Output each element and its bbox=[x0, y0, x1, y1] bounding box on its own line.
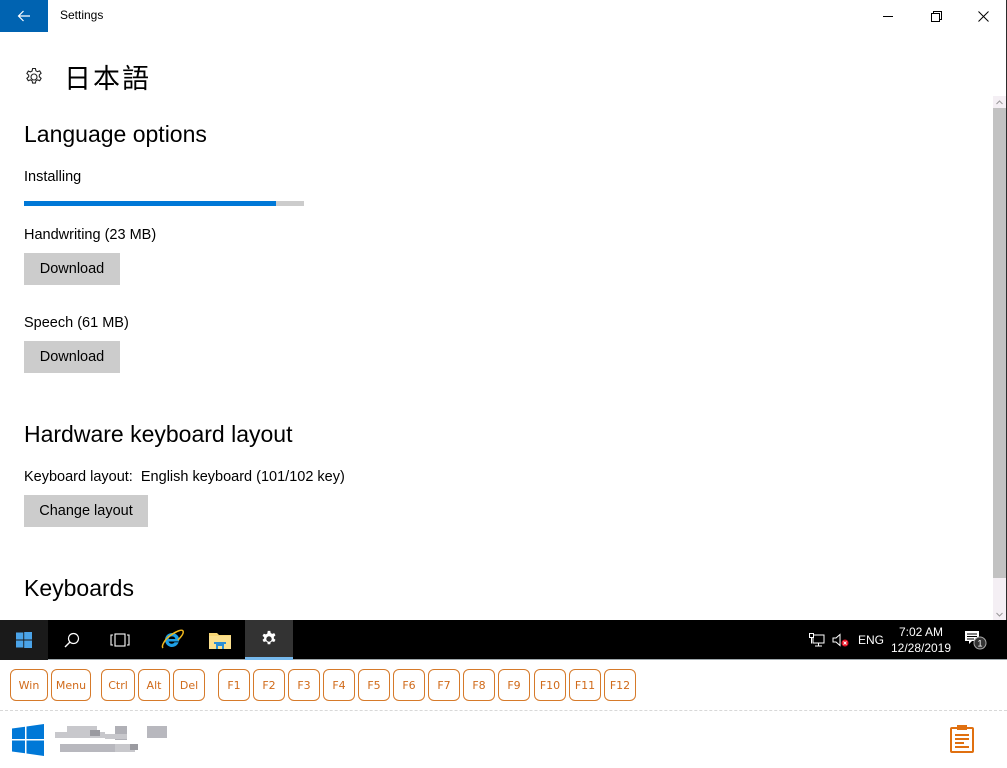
close-button[interactable] bbox=[960, 0, 1006, 32]
settings-window: Settings 日本語 Language options Installing… bbox=[0, 0, 1007, 620]
handwriting-label: Handwriting (23 MB) bbox=[24, 227, 157, 243]
minimize-icon bbox=[882, 15, 893, 17]
clipboard-icon[interactable] bbox=[950, 725, 974, 753]
vertical-scrollbar[interactable] bbox=[993, 96, 1006, 620]
remote-key-del[interactable]: Del bbox=[173, 669, 205, 701]
windows-logo-icon bbox=[16, 632, 32, 648]
keyboard-layout-row: Keyboard layout: English keyboard (101/1… bbox=[24, 469, 345, 485]
restore-button[interactable] bbox=[913, 0, 959, 32]
gear-icon bbox=[26, 67, 42, 84]
taskbar: ENG 7:02 AM 12/28/2019 1 bbox=[0, 620, 1007, 660]
scroll-thumb[interactable] bbox=[993, 108, 1006, 578]
folder-icon bbox=[209, 633, 231, 649]
back-arrow-icon bbox=[17, 10, 30, 22]
hardware-keyboard-heading: Hardware keyboard layout bbox=[24, 421, 293, 447]
redacted-session-info bbox=[55, 724, 175, 756]
windows-logo-icon bbox=[12, 724, 44, 756]
search-button[interactable] bbox=[48, 620, 96, 660]
remote-key-f8[interactable]: F8 bbox=[463, 669, 495, 701]
remote-key-f3[interactable]: F3 bbox=[288, 669, 320, 701]
scroll-down-button[interactable] bbox=[993, 608, 1006, 620]
internet-explorer-icon bbox=[161, 629, 184, 649]
installing-status: Installing bbox=[24, 169, 82, 185]
action-center-button[interactable]: 1 bbox=[958, 620, 994, 660]
remote-key-f6[interactable]: F6 bbox=[393, 669, 425, 701]
keyboards-heading: Keyboards bbox=[24, 575, 134, 601]
notification-icon: 1 bbox=[965, 631, 987, 650]
change-layout-button[interactable]: Change layout bbox=[24, 495, 148, 527]
remote-key-f12[interactable]: F12 bbox=[604, 669, 636, 701]
keyboard-layout-label: Keyboard layout: bbox=[24, 469, 133, 485]
volume-muted-icon bbox=[832, 633, 849, 647]
volume-tray-button[interactable] bbox=[830, 620, 852, 660]
chevron-up-icon bbox=[996, 99, 1003, 104]
chevron-down-icon bbox=[996, 612, 1003, 617]
restore-icon bbox=[930, 10, 942, 22]
language-options-heading: Language options bbox=[24, 121, 207, 147]
input-language-indicator[interactable]: ENG bbox=[856, 620, 886, 660]
remote-key-f9[interactable]: F9 bbox=[498, 669, 530, 701]
remote-session-footer bbox=[0, 712, 1007, 768]
remote-key-win[interactable]: Win bbox=[10, 669, 48, 701]
remote-key-f5[interactable]: F5 bbox=[358, 669, 390, 701]
remote-keyboard-bar: Win Menu Ctrl Alt Del F1 F2 F3 F4 F5 F6 F7 F8 F9 F10 F1… bbox=[0, 661, 1007, 711]
close-icon bbox=[977, 10, 989, 22]
remote-key-alt[interactable]: Alt bbox=[138, 669, 170, 701]
clock-date: 12/28/2019 bbox=[890, 641, 952, 655]
remote-key-f2[interactable]: F2 bbox=[253, 669, 285, 701]
speech-label: Speech (61 MB) bbox=[24, 315, 129, 331]
search-icon bbox=[64, 632, 80, 648]
remote-key-f7[interactable]: F7 bbox=[428, 669, 460, 701]
install-progress-bar bbox=[24, 201, 304, 206]
remote-key-f10[interactable]: F10 bbox=[534, 669, 566, 701]
app-title: Settings bbox=[60, 8, 104, 22]
network-icon bbox=[809, 633, 825, 647]
network-tray-button[interactable] bbox=[805, 620, 829, 660]
keyboard-layout-value: English keyboard (101/102 key) bbox=[140, 469, 345, 485]
task-view-button[interactable] bbox=[96, 620, 144, 660]
internet-explorer-button[interactable] bbox=[148, 620, 196, 660]
handwriting-download-button[interactable]: Download bbox=[24, 253, 120, 285]
page-title: 日本語 bbox=[64, 64, 151, 95]
remote-key-ctrl[interactable]: Ctrl bbox=[101, 669, 135, 701]
remote-key-f11[interactable]: F11 bbox=[569, 669, 601, 701]
remote-key-menu[interactable]: Menu bbox=[51, 669, 91, 701]
install-progress-fill bbox=[24, 201, 276, 206]
task-view-icon bbox=[110, 633, 130, 647]
back-button[interactable] bbox=[0, 0, 48, 32]
title-bar: Settings bbox=[0, 0, 1006, 32]
clock-time: 7:02 AM bbox=[898, 625, 944, 639]
settings-gear-icon bbox=[262, 630, 276, 644]
settings-taskbar-button[interactable] bbox=[245, 620, 293, 660]
file-explorer-button[interactable] bbox=[196, 620, 244, 660]
remote-key-f1[interactable]: F1 bbox=[218, 669, 250, 701]
clock[interactable]: 7:02 AM 12/28/2019 bbox=[888, 620, 954, 660]
page-header: 日本語 bbox=[24, 57, 151, 96]
scroll-up-button[interactable] bbox=[993, 96, 1006, 108]
minimize-button[interactable] bbox=[865, 0, 911, 32]
start-button[interactable] bbox=[0, 620, 48, 660]
speech-download-button[interactable]: Download bbox=[24, 341, 120, 373]
remote-key-f4[interactable]: F4 bbox=[323, 669, 355, 701]
notification-count: 1 bbox=[977, 639, 982, 649]
